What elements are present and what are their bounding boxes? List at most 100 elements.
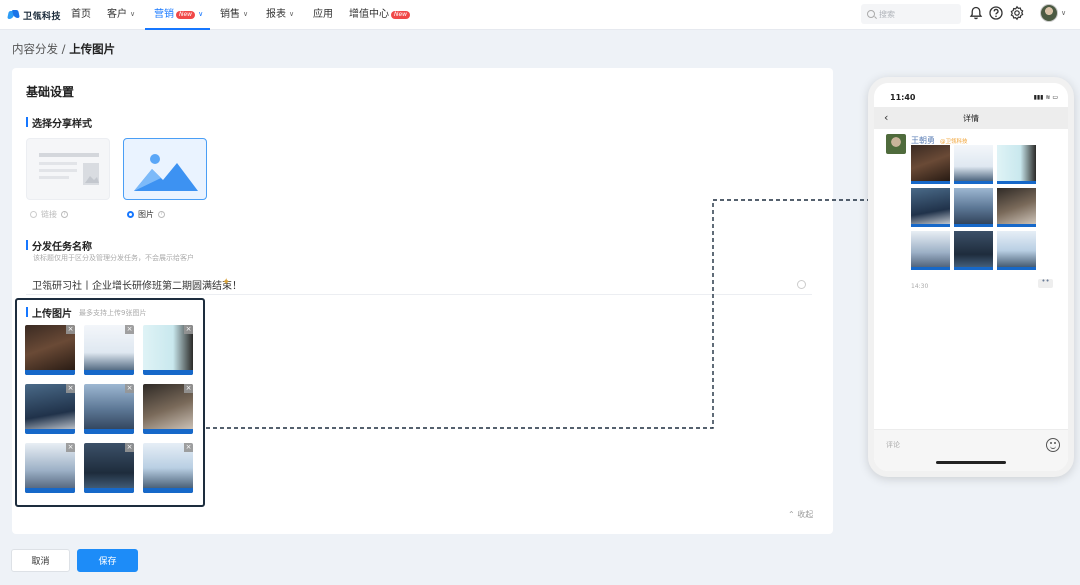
radio-unchecked-icon	[30, 211, 37, 218]
photo-caption-bar	[954, 224, 993, 227]
task-name-input[interactable]	[26, 275, 812, 295]
uploaded-image-thumb[interactable]: ×	[84, 384, 134, 434]
photo-caption-bar	[911, 267, 950, 270]
photo-caption-bar	[997, 224, 1036, 227]
uploaded-image-thumb[interactable]: ×	[84, 443, 134, 493]
help-icon[interactable]: ?	[61, 211, 68, 218]
chevron-up-icon: ⌃	[788, 510, 798, 519]
share-style-title: 选择分享样式	[26, 115, 92, 130]
top-navigation-bar: 卫瓴科技 首页 客户∨ 营销New∨ 销售∨ 报表∨ 应用 增值中心New ∨	[0, 0, 1080, 30]
task-name-title: 分发任务名称	[26, 238, 92, 253]
link-preview-icon	[39, 153, 99, 185]
brand-logo[interactable]: 卫瓴科技	[8, 8, 61, 22]
emoji-icon[interactable]	[1046, 438, 1060, 452]
uploaded-image-thumb[interactable]: ×	[143, 384, 193, 434]
photo-caption-bar	[911, 224, 950, 227]
remove-image-icon[interactable]: ×	[66, 384, 75, 393]
phone-screen: 11:40 ▮▮▮ ≋ ▭ ‹ 详情 王朝勇 @卫瓴科技 14:30 •• 评论	[874, 83, 1068, 471]
bell-icon[interactable]	[968, 5, 984, 21]
remove-image-icon[interactable]: ×	[184, 443, 193, 452]
upload-title: 上传图片	[26, 305, 72, 320]
post-image[interactable]	[911, 188, 950, 227]
post-image[interactable]	[997, 188, 1036, 227]
search-input[interactable]	[879, 7, 955, 21]
uploaded-image-thumb[interactable]: ×	[25, 325, 75, 375]
chevron-down-icon: ∨	[289, 10, 295, 18]
section-title: 基础设置	[26, 85, 75, 99]
photo-caption-bar	[143, 370, 193, 375]
style-radio-image[interactable]: 图片 ?	[127, 209, 165, 220]
phone-header-title: 详情	[963, 114, 979, 123]
nav-item-value-center[interactable]: 增值中心 New	[349, 0, 411, 30]
post-image[interactable]	[954, 231, 993, 270]
help-icon[interactable]	[988, 5, 1004, 21]
comment-bar: 评论	[874, 429, 1068, 471]
user-avatar[interactable]	[1040, 4, 1058, 22]
image-preview-icon	[132, 147, 198, 191]
photo-caption-bar	[84, 370, 134, 375]
home-indicator	[936, 461, 1006, 464]
chevron-down-icon: ∨	[198, 10, 204, 18]
post-image[interactable]	[954, 188, 993, 227]
post-image[interactable]	[911, 231, 950, 270]
cancel-button[interactable]: 取消	[11, 549, 70, 572]
remove-image-icon[interactable]: ×	[66, 325, 75, 334]
remove-image-icon[interactable]: ×	[125, 443, 134, 452]
search-icon	[867, 10, 875, 18]
phone-clock: 11:40	[890, 93, 916, 102]
nav-item-marketing[interactable]: 营销 New ∨	[145, 0, 210, 30]
uploaded-image-thumb[interactable]: ×	[143, 443, 193, 493]
photo-caption-bar	[954, 267, 993, 270]
chevron-down-icon[interactable]: ∨	[1061, 9, 1066, 17]
style-option-link[interactable]	[26, 138, 110, 200]
nav-item-apps[interactable]: 应用	[313, 0, 333, 30]
search-box[interactable]	[861, 4, 961, 24]
nav-item-sales[interactable]: 销售 ∨	[220, 0, 248, 30]
sender-org: @卫瓴科技	[940, 139, 968, 145]
post-image[interactable]	[954, 145, 993, 184]
comment-input[interactable]: 评论	[886, 440, 900, 450]
remove-image-icon[interactable]: ×	[125, 325, 134, 334]
remove-image-icon[interactable]: ×	[66, 443, 75, 452]
remove-image-icon[interactable]: ×	[184, 384, 193, 393]
uploaded-image-thumb[interactable]: ×	[25, 443, 75, 493]
remove-image-icon[interactable]: ×	[125, 384, 134, 393]
brand-name: 卫瓴科技	[23, 11, 62, 22]
radio-checked-icon	[127, 211, 134, 218]
logo-icon	[8, 10, 20, 20]
new-badge: New	[391, 11, 411, 19]
photo-caption-bar	[143, 429, 193, 434]
photo-caption-bar	[954, 181, 993, 184]
more-actions-button[interactable]: ••	[1038, 278, 1053, 288]
post-image[interactable]	[997, 145, 1036, 184]
chevron-down-icon: ∨	[130, 10, 136, 18]
phone-header: ‹ 详情	[874, 107, 1068, 129]
nav-item-customers[interactable]: 客户 ∨	[107, 0, 135, 30]
save-button[interactable]: 保存	[77, 549, 138, 572]
gear-icon[interactable]	[1009, 5, 1025, 21]
breadcrumb-parent[interactable]: 内容分发	[12, 42, 58, 56]
collapse-toggle[interactable]: ⌃ 收起	[788, 509, 813, 520]
photo-caption-bar	[143, 488, 193, 493]
uploaded-image-thumb[interactable]: ×	[84, 325, 134, 375]
post-image[interactable]	[997, 231, 1036, 270]
help-icon[interactable]: ?	[158, 211, 165, 218]
photo-caption-bar	[84, 429, 134, 434]
uploaded-image-thumb[interactable]: ×	[143, 325, 193, 375]
style-option-image[interactable]	[123, 138, 207, 200]
remove-image-icon[interactable]: ×	[184, 325, 193, 334]
nav-item-reports[interactable]: 报表 ∨	[266, 0, 294, 30]
photo-caption-bar	[25, 488, 75, 493]
chevron-down-icon: ∨	[243, 10, 249, 18]
breadcrumb: 内容分发 / 上传图片	[12, 42, 116, 56]
breadcrumb-current: 上传图片	[69, 42, 116, 56]
photo-caption-bar	[25, 370, 75, 375]
style-radio-link[interactable]: 链接 ?	[30, 209, 68, 220]
post-image[interactable]	[911, 145, 950, 184]
clear-input-icon[interactable]	[797, 280, 806, 289]
nav-item-home[interactable]: 首页	[71, 0, 91, 30]
uploaded-image-thumb[interactable]: ×	[25, 384, 75, 434]
new-badge: New	[176, 11, 196, 19]
task-name-hint: 该标题仅用于区分及管理分发任务，不会展示给客户	[33, 254, 194, 262]
phone-status-icons: ▮▮▮ ≋ ▭	[1033, 94, 1058, 101]
